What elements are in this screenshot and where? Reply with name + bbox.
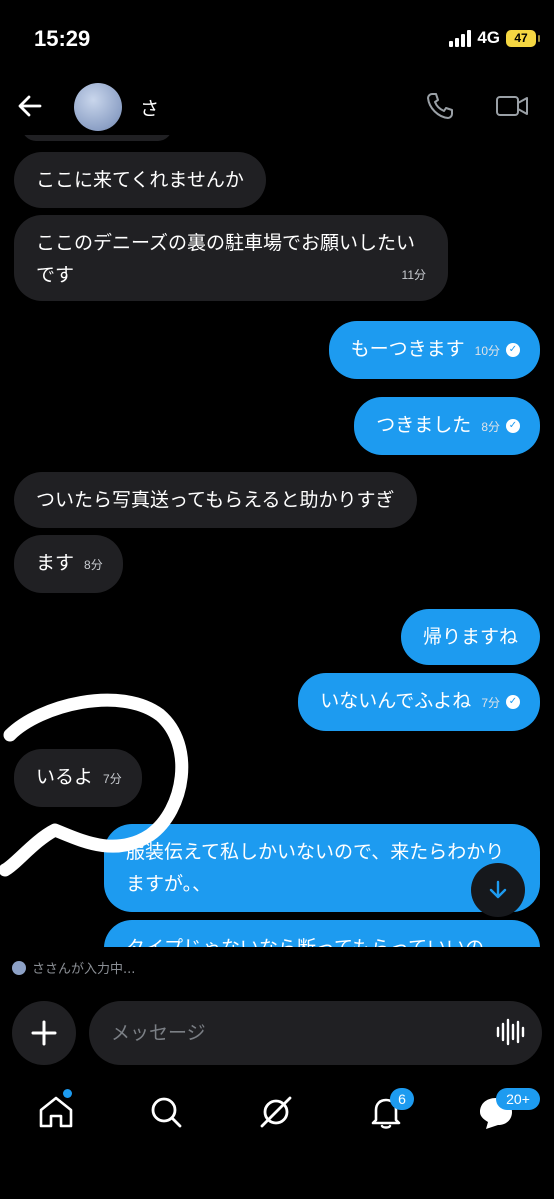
message-time: 7分	[103, 772, 122, 786]
signal-icon	[449, 29, 472, 47]
tab-messages[interactable]: 20+	[476, 1088, 540, 1132]
read-check-icon: ✓	[506, 418, 520, 433]
video-call-button[interactable]	[494, 90, 530, 122]
phone-icon	[427, 93, 453, 119]
network-type: 4G	[477, 28, 500, 47]
read-check-icon: ✓	[506, 342, 520, 357]
home-unread-dot	[63, 1089, 72, 1098]
message-bubble[interactable]: ここに来てくれませんか	[14, 152, 266, 208]
avatar[interactable]	[74, 83, 122, 131]
message-list[interactable]: ここに来てくれませんか ここのデニーズの裏の駐車場でお願いしたいです 11分 も…	[0, 135, 554, 947]
message-text: ここのデニーズの裏の駐車場でお願いしたいです	[36, 232, 416, 286]
back-button[interactable]	[14, 90, 46, 122]
message-text: つきました	[376, 414, 472, 436]
typing-indicator: ささんが入力中...	[12, 958, 135, 977]
message-bubble[interactable]: いるよ 7分	[14, 749, 142, 807]
voice-message-button[interactable]	[494, 1016, 526, 1048]
home-icon	[39, 1096, 73, 1128]
typing-text: ささんが入力中...	[32, 962, 136, 977]
message-text: ここに来てくれませんか	[36, 169, 244, 191]
tab-search[interactable]	[146, 1092, 186, 1132]
message-bubble[interactable]: ます 8分	[14, 535, 123, 593]
chat-header: さ	[0, 80, 554, 135]
tab-home[interactable]	[36, 1089, 76, 1132]
grok-icon	[260, 1096, 292, 1128]
message-time: 10分	[474, 344, 500, 358]
tab-grok[interactable]	[256, 1092, 296, 1132]
message-bubble[interactable]: ついたら写真送ってもらえると助かりすぎ	[14, 472, 417, 528]
message-time: 7分	[481, 696, 500, 710]
scroll-to-bottom-button[interactable]	[471, 863, 525, 917]
message-bubble[interactable]: 帰りますね	[400, 609, 540, 665]
plus-icon	[31, 1020, 57, 1046]
audio-wave-icon	[496, 1018, 525, 1046]
status-bar: 15:29 4G 47	[0, 0, 554, 80]
message-text: 帰りますね	[422, 626, 518, 648]
arrow-left-icon	[18, 95, 42, 117]
message-bubble[interactable]: タイプじゃないなら断ってもらっていいの	[104, 920, 540, 947]
message-time: 11分	[401, 268, 426, 282]
message-bubble[interactable]: もーつきます 10分 ✓	[328, 321, 540, 379]
message-text: いないんでふよね	[320, 690, 472, 712]
messages-badge: 20+	[496, 1088, 540, 1110]
status-indicators: 4G 47	[449, 28, 540, 48]
video-icon	[496, 96, 528, 116]
typing-avatar	[12, 960, 26, 975]
message-text: 服装伝えて私しかいないので、来たらわかりますが。、	[126, 841, 505, 895]
read-check-icon: ✓	[506, 694, 520, 709]
add-attachment-button[interactable]	[12, 1001, 76, 1065]
contact-name[interactable]: さ	[140, 94, 159, 121]
tab-notifications[interactable]: 6	[366, 1088, 414, 1132]
message-time: 8分	[84, 558, 103, 572]
message-text: タイプじゃないなら断ってもらっていいの	[126, 937, 484, 947]
bottom-tab-bar: 6 20+	[0, 1080, 554, 1150]
message-bubble[interactable]: つきました 8分 ✓	[354, 397, 540, 455]
message-bubble-partial	[22, 135, 172, 141]
battery-level: 47	[514, 31, 528, 45]
battery-icon: 47	[506, 29, 540, 47]
message-input[interactable]	[89, 1001, 542, 1065]
message-text: いるよ	[36, 766, 94, 788]
message-time: 8分	[481, 420, 500, 434]
notifications-badge: 6	[390, 1088, 414, 1110]
call-button[interactable]	[424, 90, 456, 122]
message-text: ます	[36, 552, 75, 574]
search-icon	[151, 1097, 182, 1128]
arrow-down-icon	[489, 880, 507, 899]
message-text: ついたら写真送ってもらえると助かりすぎ	[36, 489, 395, 511]
message-bubble[interactable]: いないんでふよね 7分 ✓	[298, 673, 540, 731]
status-time: 15:29	[34, 26, 91, 51]
message-text: もーつきます	[350, 338, 465, 360]
home-indicator-area	[0, 1150, 554, 1199]
message-bubble[interactable]: ここのデニーズの裏の駐車場でお願いしたいです 11分	[14, 215, 448, 301]
